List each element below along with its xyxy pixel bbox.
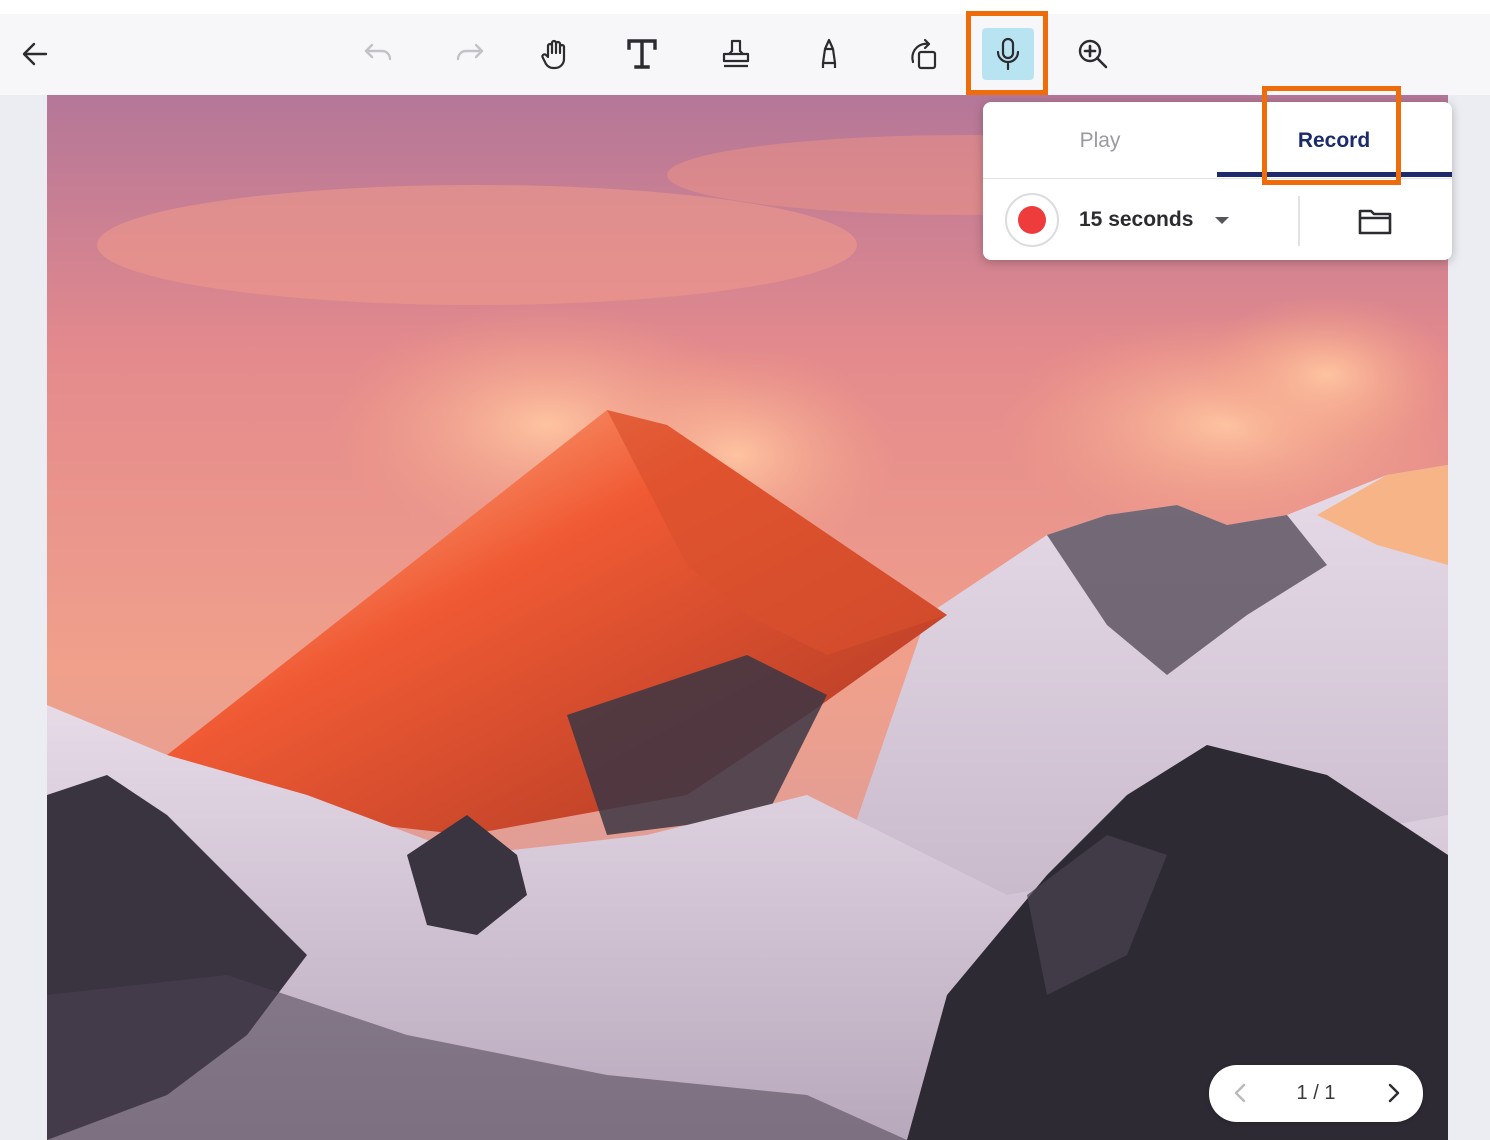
highlight-audio-button [966,11,1048,95]
text-tool-icon [627,39,657,69]
highlight-record-tab [1262,86,1401,185]
zoom-in-button[interactable] [1065,26,1121,82]
stamp-icon [722,39,750,68]
hand-pan-icon [541,39,566,70]
rotate-icon [911,38,937,70]
page-navigator: 1 / 1 [1209,1065,1423,1122]
pan-tool-button[interactable] [528,26,584,82]
zoom-in-icon [1078,39,1108,69]
toolbar [0,14,1490,95]
back-button[interactable] [7,26,63,82]
pen-icon [821,38,837,68]
undo-button[interactable] [349,26,405,82]
caret-down-icon [1215,216,1230,224]
chevron-left-icon[interactable] [1229,1081,1253,1105]
redo-button[interactable] [443,26,499,82]
rotate-button[interactable] [895,26,951,82]
stamp-tool-button[interactable] [708,26,764,82]
redo-icon [456,43,484,61]
duration-value: 15 seconds [1079,208,1194,231]
page-indicator: 1 / 1 [1296,1082,1336,1104]
tab-play[interactable]: Play [983,102,1217,180]
text-tool-button[interactable] [614,26,670,82]
undo-icon [364,43,392,61]
window-top-strip [0,0,1490,14]
record-dot-icon [1018,206,1046,234]
back-arrow-icon [22,42,48,66]
duration-select[interactable]: 15 seconds [1079,202,1230,238]
record-button[interactable] [1005,193,1059,247]
chevron-right-icon[interactable] [1381,1081,1405,1105]
divider [1298,196,1300,246]
folder-icon[interactable] [1357,203,1393,239]
pen-tool-button[interactable] [801,26,857,82]
